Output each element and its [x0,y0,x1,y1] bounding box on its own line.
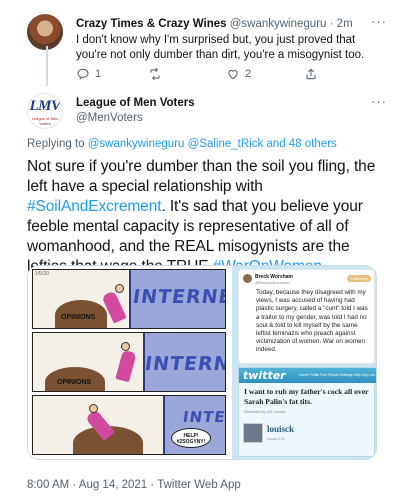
retweet-icon [150,67,160,81]
comic-figure-head [115,284,124,293]
old-twitter-screenshot: twitter Home Profile Find People Setting… [238,367,376,457]
comic-panel-2: INTERNET OPINIONS [32,332,226,392]
share-icon [306,68,316,80]
internet-wall-text: INTERNET [181,408,226,426]
replying-to-line: Replying to @swankywineguru @Saline_tRic… [27,138,337,150]
hashtag-soil-and-excrement[interactable]: #SoilAndExcrement [27,198,162,215]
main-tweet-text: Not sure if you're dumber than the soil … [27,157,382,277]
replying-to-prefix: Replying to [27,138,88,150]
heart-icon [228,70,238,80]
reply-header: Crazy Times & Crazy Wines @swankywinegur… [76,18,353,30]
lmv-logo-subtitle: League of Men Voters [31,116,59,126]
reply-tweet[interactable]: Crazy Times & Crazy Wines @swankywinegur… [0,0,400,88]
internet-wall-text: INTERNET [131,286,226,308]
main-more-options-icon[interactable]: ··· [371,94,387,109]
tweet-timestamp[interactable]: 8:00 AM · Aug 14, 2021 · Twitter Web App [27,479,241,491]
like-button[interactable]: 2 [226,67,251,81]
share-button[interactable] [304,67,318,81]
reply-time[interactable]: 2m [337,18,353,30]
comic-strip: 1/5/20 INTERNET OPINIONS INTERNET OPINIO… [28,266,230,459]
old-tweet-realname: Louis C.K. [267,436,286,441]
old-tweet-username: louisck [267,424,295,434]
comic-figure-head [121,342,130,351]
help-speech-bubble: HELP! #2SOGYNY! [171,428,211,448]
comic-figure-head [89,404,98,413]
more-options-icon[interactable]: ··· [371,14,387,29]
reply-author-handle[interactable]: @swankywineguru [230,18,327,30]
main-tweet-author-handle[interactable]: @MenVoters [76,112,143,124]
main-tweet-author-name[interactable]: League of Men Voters [76,97,195,109]
thread-connector-line [46,46,48,86]
reply-avatar[interactable] [27,14,63,50]
old-twitter-header: twitter Home Profile Find People Setting… [239,368,376,383]
reply-button[interactable]: 1 [76,67,101,81]
twitter-logo: twitter [243,369,286,382]
embedded-post-handle: @BreckinWorsham [255,280,290,285]
old-tweet-meta: Retweeted by 100+ people [244,410,286,414]
reply-text: I don't know why I'm surprised but, you … [76,34,365,61]
internet-wall-text: INTERNET [143,353,226,375]
embedded-follow-badge: Following [347,275,371,282]
like-count: 2 [245,68,252,80]
embedded-post-card: Breck Worsham @BreckinWorsham Following … [238,269,375,364]
comic-panel-1: 1/5/20 INTERNET OPINIONS [32,269,226,329]
replying-to-users-link[interactable]: @swankywineguru @Saline_tRick and 48 oth… [88,138,337,150]
reply-author-name[interactable]: Crazy Times & Crazy Wines [76,18,227,30]
old-twitter-nav: Home Profile Find People Settings Help S… [299,373,375,377]
lmv-logo: LMV [29,98,61,114]
embedded-post-text: Today, because they disagreed with my vi… [256,289,368,354]
comic-panel-number: 1/5/20 [35,271,49,277]
reply-action-bar: 1 2 [76,67,376,83]
comic-figure [115,349,137,383]
main-tweet-avatar[interactable]: LMV League of Men Voters [27,93,63,129]
opinions-label: OPINIONS [57,379,92,386]
retweet-button[interactable] [148,67,167,81]
comic-panel-3: INTERNET HELP! #2SOGYNY! [32,395,226,455]
comment-icon [77,68,89,80]
embedded-post-avatar [243,274,252,283]
tweet-text-part-1: Not sure if you're dumber than the soil … [27,158,376,195]
opinions-label: OPINIONS [61,314,96,321]
old-tweet-text: I want to rub my father's cock all over … [244,387,369,406]
reply-separator: · [326,18,337,30]
reply-count: 1 [95,68,102,80]
tweet-media-image[interactable]: 1/5/20 INTERNET OPINIONS INTERNET OPINIO… [27,265,377,460]
old-tweet-avatar [243,423,263,443]
screenshot-collage: Breck Worsham @BreckinWorsham Following … [232,266,376,459]
